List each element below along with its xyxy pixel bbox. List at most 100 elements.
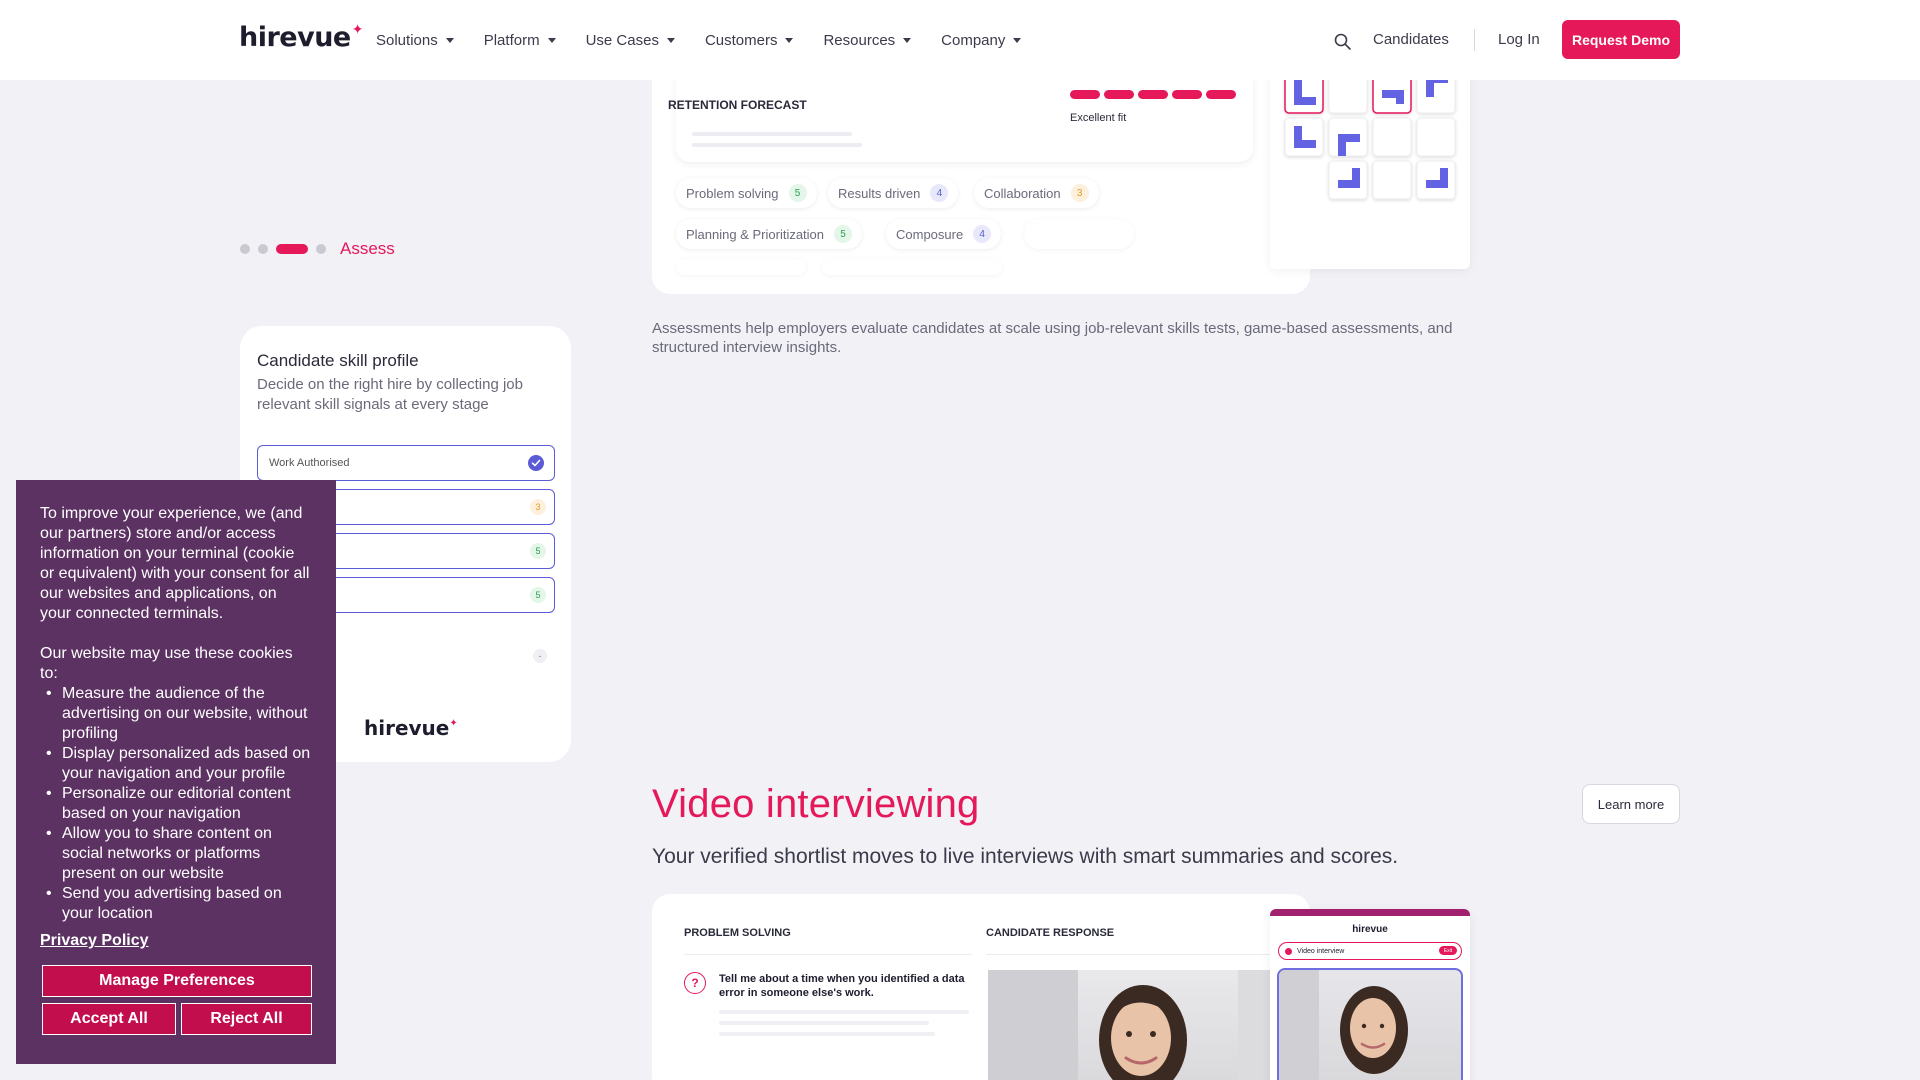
header-divider xyxy=(1474,29,1475,51)
video-interview-label: Video interview xyxy=(1297,947,1345,955)
chip-label: Planning & Prioritization xyxy=(686,226,825,242)
candidate-portrait xyxy=(1279,970,1408,1080)
exit-button[interactable]: Exit xyxy=(1439,946,1457,955)
placeholder-line xyxy=(719,1021,929,1025)
skill-chip: Collaboration 3 xyxy=(974,178,1099,208)
score-badge: 3 xyxy=(530,499,546,515)
candidate-video[interactable] xyxy=(988,970,1310,1080)
step-dot-active[interactable] xyxy=(276,244,308,254)
candidate-video[interactable] xyxy=(1277,968,1463,1080)
candidates-link[interactable]: Candidates xyxy=(1373,31,1449,48)
learn-more-button[interactable]: Learn more xyxy=(1582,784,1680,824)
step-dot[interactable] xyxy=(240,244,250,254)
nav-platform[interactable]: Platform xyxy=(484,32,556,49)
chip-label: Problem solving xyxy=(686,185,779,201)
hirevue-logo: hirevue✦ xyxy=(364,716,458,740)
check-icon xyxy=(528,455,544,471)
fit-bar xyxy=(1172,90,1202,99)
score-badge: 4 xyxy=(930,184,949,202)
privacy-policy-link[interactable]: Privacy Policy xyxy=(40,932,149,950)
accept-all-button[interactable]: Accept All xyxy=(42,1003,176,1035)
score-badge: 5 xyxy=(530,587,546,603)
chip-label: Composure xyxy=(896,226,964,242)
video-interviewing-heading: Video interviewing xyxy=(652,782,980,826)
skill-chip: Problem solving 5 xyxy=(676,178,817,208)
skill-card-subtitle: Decide on the right hire by collecting j… xyxy=(257,376,523,413)
skill-row-label: Work Authorised xyxy=(269,457,350,469)
nav-use-cases[interactable]: Use Cases xyxy=(586,32,675,49)
search-icon[interactable] xyxy=(1334,33,1351,50)
list-item: Send you advertising based on your locat… xyxy=(40,884,312,924)
list-item: Measure the audience of the advertising … xyxy=(40,684,312,744)
interview-question: Tell me about a time when you identified… xyxy=(719,973,965,999)
video-interview-card: PROBLEM SOLVING CANDIDATE RESPONSE ? Tel… xyxy=(652,894,1310,1080)
fit-label: Excellent fit xyxy=(1070,112,1127,124)
video-interview-bar: Video interview Exit xyxy=(1278,942,1462,960)
chevron-down-icon xyxy=(785,37,794,43)
cookie-lead: Our website may use these cookies to: xyxy=(40,645,293,682)
skill-chip: Results driven 4 xyxy=(828,178,959,208)
retention-title: RETENTION FORECAST xyxy=(668,98,807,112)
placeholder-line xyxy=(719,1032,935,1036)
list-item: Display personalized ads based on your n… xyxy=(40,744,312,784)
video-interviewing-subtitle: Your verified shortlist moves to live in… xyxy=(652,845,1399,868)
manage-preferences-button[interactable]: Manage Preferences xyxy=(42,965,312,997)
login-link[interactable]: Log In xyxy=(1498,31,1540,48)
placeholder-chip xyxy=(676,259,806,275)
cookie-intro: To improve your experience, we (and our … xyxy=(40,505,310,622)
nav-customers[interactable]: Customers xyxy=(705,32,794,49)
score-badge: 5 xyxy=(834,225,853,243)
nav-company[interactable]: Company xyxy=(941,32,1022,49)
placeholder-line xyxy=(692,132,852,136)
step-dot[interactable] xyxy=(258,244,268,254)
hirevue-logo[interactable]: hirevue✦ xyxy=(239,22,363,53)
request-demo-button[interactable]: Request Demo xyxy=(1562,20,1680,59)
step-label: Assess xyxy=(340,239,395,258)
skill-chip: Planning & Prioritization 5 xyxy=(676,219,863,249)
placeholder-line xyxy=(692,143,862,147)
assess-description: Assessments help employers evaluate cand… xyxy=(652,320,1453,356)
score-badge: 5 xyxy=(788,184,807,202)
reject-all-button[interactable]: Reject All xyxy=(181,1003,312,1035)
cookie-consent-banner: To improve your experience, we (and our … xyxy=(16,480,336,1064)
score-badge: 5 xyxy=(530,543,546,559)
skill-chip: Composure 4 xyxy=(886,219,1002,249)
chevron-down-icon xyxy=(445,37,454,43)
fit-bar xyxy=(1206,90,1236,99)
cookie-purpose-list: Measure the audience of the advertising … xyxy=(40,684,312,924)
record-icon xyxy=(1285,947,1292,955)
chevron-down-icon xyxy=(1013,37,1022,43)
hirevue-logo: hirevue xyxy=(1352,924,1388,935)
candidate-response-heading: CANDIDATE RESPONSE xyxy=(986,927,1115,939)
chevron-down-icon xyxy=(903,37,912,43)
mobile-interview-preview: hirevue Video interview Exit xyxy=(1270,909,1470,1080)
question-icon: ? xyxy=(684,972,706,994)
fit-bar xyxy=(1070,90,1100,99)
nav-solutions[interactable]: Solutions xyxy=(376,32,454,49)
score-badge: 4 xyxy=(973,225,992,243)
score-badge: - xyxy=(533,649,547,663)
fit-bar xyxy=(1138,90,1168,99)
skill-card-title: Candidate skill profile xyxy=(257,351,419,370)
divider xyxy=(684,954,972,955)
divider xyxy=(986,954,1286,955)
skill-row: Work Authorised xyxy=(257,445,555,481)
step-dot[interactable] xyxy=(316,244,326,254)
chevron-down-icon xyxy=(547,37,556,43)
placeholder-chip xyxy=(1024,219,1134,249)
candidate-portrait xyxy=(988,970,1310,1080)
placeholder-line xyxy=(719,1010,969,1014)
main-nav: Solutions Platform Use Cases Customers R… xyxy=(376,0,1022,80)
list-item: Allow you to share content on social net… xyxy=(40,824,312,884)
chip-label: Collaboration xyxy=(984,185,1061,201)
retention-forecast-panel xyxy=(676,66,1253,162)
score-badge: 3 xyxy=(1070,184,1089,202)
list-item: Personalize our editorial content based … xyxy=(40,784,312,824)
fit-meter xyxy=(1070,90,1236,99)
site-header: hirevue✦ Solutions Platform Use Cases Cu… xyxy=(0,0,1920,80)
problem-solving-heading: PROBLEM SOLVING xyxy=(684,927,791,939)
chip-label: Results driven xyxy=(838,185,921,201)
section-stepper: Assess xyxy=(240,239,395,259)
fit-bar xyxy=(1104,90,1134,99)
nav-resources[interactable]: Resources xyxy=(823,32,912,49)
